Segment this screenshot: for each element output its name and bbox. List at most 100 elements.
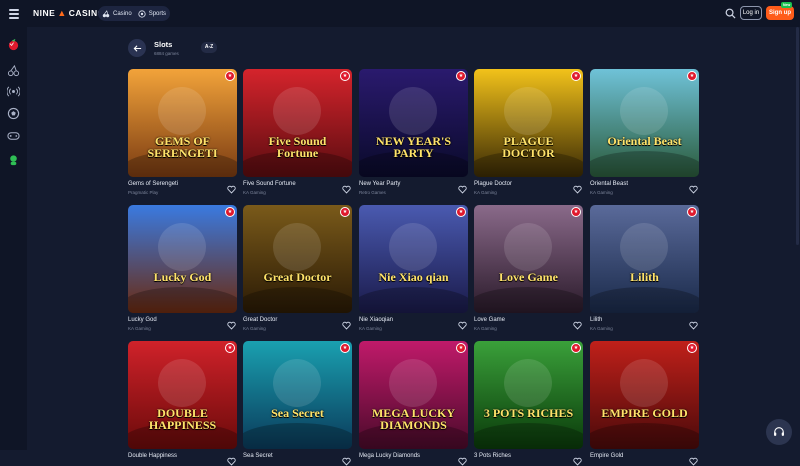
game-card[interactable]: MEGA LUCKY DIAMONDS ★ [359, 341, 468, 449]
cherries-icon [102, 9, 110, 17]
hot-badge-icon: ★ [456, 71, 466, 81]
game-provider: KA Gaming [359, 326, 382, 331]
game-name[interactable]: Five Sound Fortune [243, 181, 296, 187]
favorite-heart-icon[interactable] [342, 185, 351, 194]
game-name[interactable]: 3 Pots Riches [474, 453, 511, 459]
game-card[interactable]: Five Sound Fortune ★ [243, 69, 352, 177]
sidebar [0, 27, 27, 450]
game-art-title: Love Game [499, 270, 558, 284]
sports-ball-icon[interactable] [7, 107, 20, 120]
casino-tab[interactable]: Casino [102, 9, 132, 18]
hot-badge-icon: ★ [225, 207, 235, 217]
signup-button[interactable]: Sign up [766, 6, 794, 20]
game-thumbnail [128, 341, 237, 449]
hot-badge-icon: ★ [225, 71, 235, 81]
game-card[interactable]: Lilith ★ [590, 205, 699, 313]
sort-az-button[interactable]: A-Z [201, 42, 217, 53]
game-provider: KA Gaming [128, 326, 151, 331]
game-name[interactable]: Empire Gold [590, 453, 623, 459]
game-card[interactable]: EMPIRE GOLD ★ [590, 341, 699, 449]
menu-icon[interactable] [9, 9, 19, 19]
game-card[interactable]: Oriental Beast ★ [590, 69, 699, 177]
game-card[interactable]: NEW YEAR'S PARTY ★ [359, 69, 468, 177]
game-thumbnail [359, 341, 468, 449]
cherries-icon[interactable] [7, 64, 20, 77]
hot-badge-icon: ★ [340, 71, 350, 81]
favorite-heart-icon[interactable] [573, 321, 582, 330]
game-name[interactable]: New Year Party [359, 181, 400, 187]
game-thumbnail [243, 69, 352, 177]
game-name[interactable]: Plague Doctor [474, 181, 512, 187]
favorite-heart-icon[interactable] [573, 457, 582, 466]
game-name[interactable]: Love Game [474, 317, 505, 323]
game-thumbnail [128, 69, 237, 177]
page-header: Slots 6884 games [128, 38, 179, 58]
game-card[interactable]: DOUBLE HAPPINESS ★ [128, 341, 237, 449]
game-provider: KA Gaming [243, 190, 266, 195]
game-thumbnail [243, 205, 352, 313]
favorite-heart-icon[interactable] [689, 321, 698, 330]
support-chat-button[interactable] [766, 419, 792, 445]
favorite-heart-icon[interactable] [227, 185, 236, 194]
game-card[interactable]: Sea Secret ★ [243, 341, 352, 449]
hot-badge-icon: ★ [687, 207, 697, 217]
hot-badge-icon: ★ [571, 343, 581, 353]
flame-icon: ▲ [57, 8, 67, 18]
game-name[interactable]: Oriental Beast [590, 181, 628, 187]
favorite-heart-icon[interactable] [689, 185, 698, 194]
game-art-title: Lucky God [153, 270, 212, 284]
game-name[interactable]: Sea Secret [243, 453, 273, 459]
game-art-title: 3 POTS RICHES [483, 406, 574, 420]
game-name[interactable]: Lucky God [128, 317, 157, 323]
sports-tab[interactable]: Sports [138, 9, 166, 18]
game-card[interactable]: PLAGUE DOCTOR ★ [474, 69, 583, 177]
game-card[interactable]: Great Doctor ★ [243, 205, 352, 313]
page-title: Slots [154, 40, 173, 49]
search-icon[interactable] [725, 8, 736, 19]
brand-logo[interactable]: NINE ▲ CASINO [33, 8, 105, 18]
game-name[interactable]: Double Happiness [128, 453, 177, 459]
game-art-title: Sea Secret [271, 406, 324, 420]
live-icon[interactable] [7, 85, 20, 98]
hot-badge-icon: ★ [687, 343, 697, 353]
favorite-heart-icon[interactable] [458, 321, 467, 330]
games-count: 6884 games [154, 51, 179, 56]
game-art-title: NEW YEAR'S PARTY [375, 134, 452, 160]
favorite-heart-icon[interactable] [458, 185, 467, 194]
game-name[interactable]: Great Doctor [243, 317, 277, 323]
favorite-heart-icon[interactable] [342, 457, 351, 466]
game-name[interactable]: Lilith [590, 317, 602, 323]
scrollbar[interactable] [796, 27, 799, 245]
hot-badge-icon: ★ [456, 343, 466, 353]
favorite-heart-icon[interactable] [227, 457, 236, 466]
login-button[interactable]: Log in [740, 6, 762, 20]
game-art-title: GEMS OF SERENGETI [147, 134, 218, 160]
arrow-left-icon [133, 44, 141, 52]
game-name[interactable]: Gems of Serengeti [128, 181, 178, 187]
product-switch: Casino Sports [98, 6, 171, 21]
game-art-title: PLAGUE DOCTOR [502, 134, 555, 160]
favorite-heart-icon[interactable] [573, 185, 582, 194]
game-art-title: EMPIRE GOLD [601, 406, 688, 420]
favorite-heart-icon[interactable] [342, 321, 351, 330]
game-card[interactable]: Love Game ★ [474, 205, 583, 313]
game-name[interactable]: Nie Xiaoqian [359, 317, 393, 323]
back-button[interactable] [128, 39, 146, 57]
slots-icon[interactable] [7, 38, 20, 51]
game-provider: KA Gaming [474, 326, 497, 331]
game-card[interactable]: Lucky God ★ [128, 205, 237, 313]
game-card[interactable]: GEMS OF SERENGETI ★ [128, 69, 237, 177]
game-provider: KA Gaming [474, 190, 497, 195]
favorite-heart-icon[interactable] [689, 457, 698, 466]
favorite-heart-icon[interactable] [227, 321, 236, 330]
game-thumbnail [474, 341, 583, 449]
support-agent-icon[interactable] [7, 153, 20, 166]
hot-badge-icon: ★ [687, 71, 697, 81]
hot-badge-icon: ★ [456, 207, 466, 217]
favorite-heart-icon[interactable] [458, 457, 467, 466]
game-card[interactable]: 3 POTS RICHES ★ [474, 341, 583, 449]
hot-badge-icon: ★ [571, 71, 581, 81]
gamepad-icon[interactable] [7, 129, 20, 142]
game-card[interactable]: Nie Xiao qian ★ [359, 205, 468, 313]
game-name[interactable]: Mega Lucky Diamonds [359, 453, 420, 459]
